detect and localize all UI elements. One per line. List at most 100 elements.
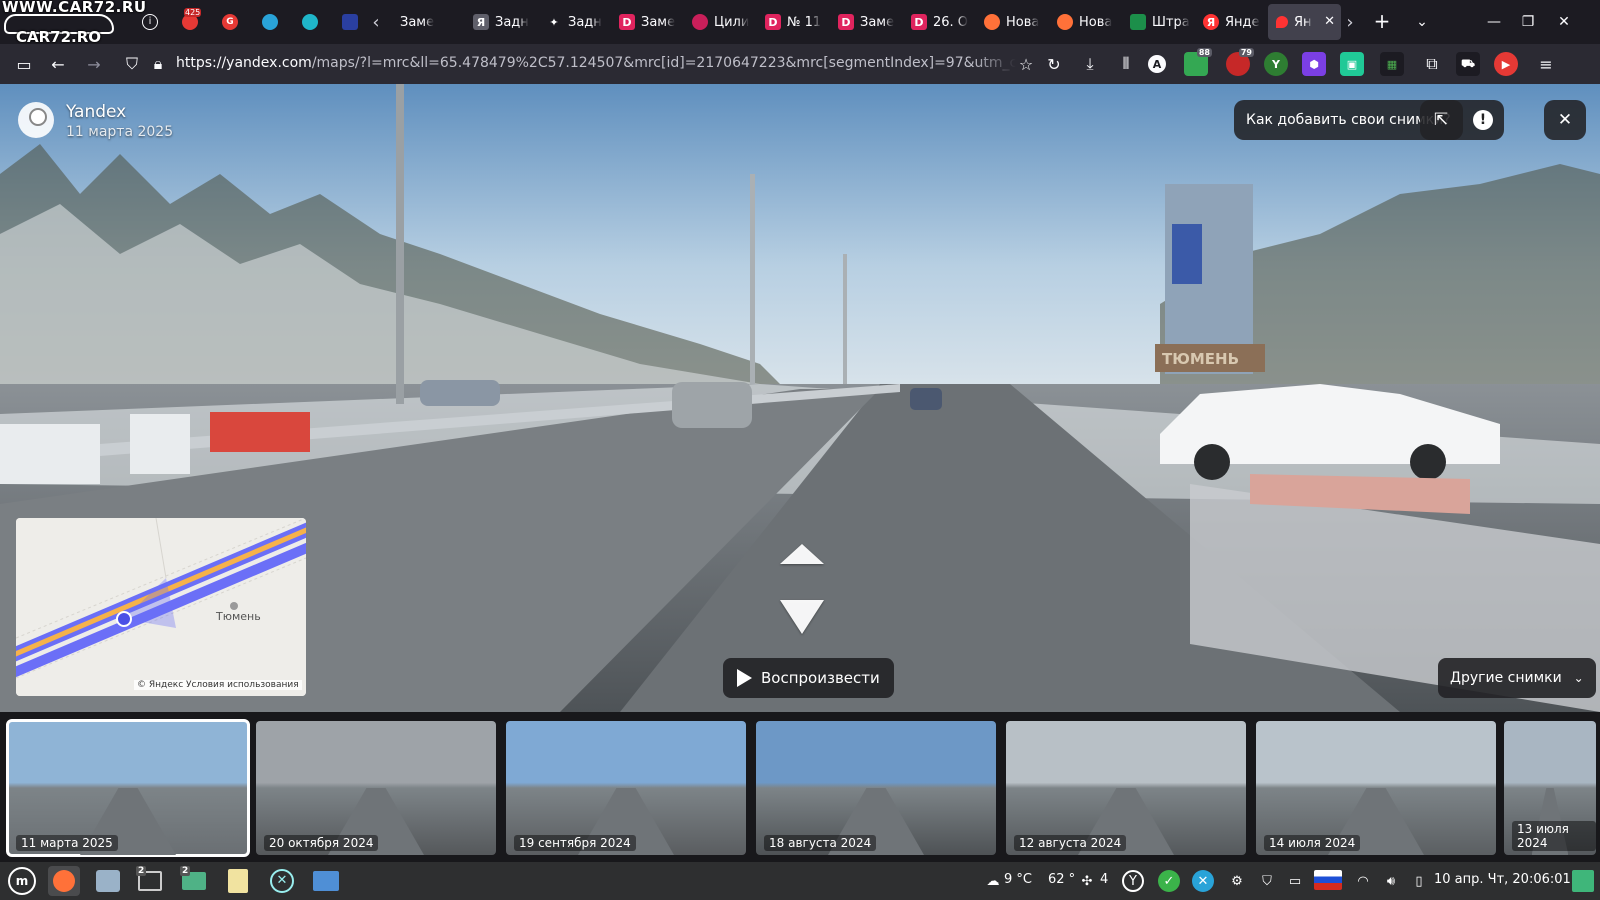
new-tab-button[interactable]: + — [1370, 10, 1394, 34]
steam-tray-icon[interactable]: ⚙ — [1226, 870, 1248, 892]
panorama-thumbnail[interactable]: 19 сентября 2024 — [506, 721, 746, 855]
tab-5[interactable]: Цили — [684, 4, 757, 40]
battery-icon[interactable]: ▯ — [1408, 870, 1430, 892]
account-icon[interactable]: A — [1148, 55, 1166, 73]
panorama-thumbnail[interactable]: 20 октября 2024 — [256, 721, 496, 855]
minimize-icon[interactable]: — — [1480, 8, 1508, 36]
yandex-tray-icon[interactable]: Y — [1122, 870, 1144, 892]
clock[interactable]: 10 апр. Чт, 20:06:01 — [1434, 872, 1571, 887]
xampp-icon[interactable]: ✕ — [266, 866, 298, 896]
reload-icon[interactable]: ↻ — [1040, 50, 1068, 78]
forward-icon[interactable]: → — [80, 50, 108, 78]
tab-1[interactable]: Заме — [392, 4, 465, 40]
security-shield-icon[interactable]: ⛉ — [1256, 870, 1278, 892]
extension-play-icon[interactable]: ▶ — [1494, 52, 1518, 76]
sidebar-icon[interactable]: ▭ — [10, 50, 38, 78]
tab-8[interactable]: D 26. О — [903, 4, 976, 40]
tab-6[interactable]: D № 11 — [757, 4, 830, 40]
panorama-date: 11 марта 2025 — [66, 124, 174, 140]
move-backward-arrow-icon[interactable] — [780, 600, 824, 634]
close-window-icon[interactable]: ✕ — [1550, 8, 1578, 36]
start-menu-icon[interactable]: m — [6, 866, 38, 896]
sync-tray-icon[interactable]: ✕ — [1192, 870, 1214, 892]
other-photos-dropdown[interactable]: Другие снимки ⌄ — [1438, 658, 1596, 698]
other-photos-label: Другие снимки — [1450, 670, 1562, 686]
mini-map-graphic — [16, 518, 306, 696]
shield-icon[interactable]: ⛉ — [118, 50, 146, 78]
lock-icon[interactable]: 🔒︎ — [144, 50, 172, 78]
back-icon[interactable]: ← — [44, 50, 72, 78]
panorama-thumbnail[interactable]: 14 июля 2024 — [1256, 721, 1496, 855]
wifi-icon[interactable]: ◠ — [1352, 870, 1374, 892]
share-external-icon[interactable]: ⇱ — [1420, 100, 1462, 140]
tab-favicon-icon: Я — [473, 14, 489, 30]
scroll-tabs-left-icon[interactable]: ‹ — [364, 10, 388, 34]
weather-cloud-icon[interactable]: ☁ — [982, 870, 1004, 892]
tab-2[interactable]: Я Задн — [465, 4, 538, 40]
tab-9[interactable]: Нова — [976, 4, 1049, 40]
extension-hex-icon[interactable]: ⬢ — [1302, 52, 1326, 76]
play-button[interactable]: Воспроизвести — [723, 658, 894, 698]
firefox-icon — [1057, 14, 1073, 30]
file-manager-icon[interactable] — [92, 866, 124, 896]
tab-label: Нова — [1079, 14, 1113, 30]
check-tray-icon[interactable]: ✓ — [1158, 870, 1180, 892]
extension-y-icon[interactable]: Y — [1264, 52, 1288, 76]
fan-icon[interactable]: ✣ — [1076, 870, 1098, 892]
download-icon[interactable]: ⤓ — [1076, 50, 1104, 78]
folder-icon[interactable]: 2 — [178, 866, 210, 896]
tab-10[interactable]: Нова — [1049, 4, 1122, 40]
thumbnail-date: 13 июля 2024 — [1512, 821, 1596, 851]
weather-temperature[interactable]: 9 °C — [1004, 872, 1032, 887]
panorama-thumbnail[interactable]: 13 июля 2024 — [1504, 721, 1596, 855]
terminal-icon[interactable]: 2 — [134, 866, 166, 896]
map-copyright[interactable]: © Яндекс Условия использования — [134, 680, 302, 690]
list-all-tabs-icon[interactable]: ⌄ — [1410, 10, 1434, 34]
show-desktop-corner-icon[interactable] — [1572, 870, 1594, 892]
text-editor-icon[interactable] — [222, 866, 254, 896]
bookmark-star-icon[interactable]: ☆ — [1012, 50, 1040, 78]
extension-car-icon[interactable]: ⛟ — [1456, 52, 1480, 76]
pinned-tab-edge[interactable] — [290, 8, 330, 36]
tab-12[interactable]: Я Янде — [1195, 4, 1268, 40]
extension-square-icon[interactable]: ▣ — [1340, 52, 1364, 76]
menu-hamburger-icon[interactable]: ≡ — [1532, 50, 1560, 78]
display-tray-icon[interactable]: ▭ — [1284, 870, 1306, 892]
scroll-tabs-right-icon[interactable]: › — [1338, 10, 1362, 34]
pinned-tab-mail[interactable]: 425 — [170, 8, 210, 36]
tab-active-yandex-maps[interactable]: Ян ✕ — [1268, 4, 1341, 40]
cpu-temperature[interactable]: 62 ° — [1048, 872, 1075, 887]
mini-map[interactable]: Тюмень © Яндекс Условия использования — [16, 518, 306, 696]
notification-count[interactable]: 4 — [1100, 872, 1108, 887]
report-issue-icon[interactable]: ! — [1462, 100, 1504, 140]
restore-icon[interactable]: ❐ — [1514, 8, 1542, 36]
tab-3[interactable]: ✦ Задн — [538, 4, 611, 40]
browser-icon — [302, 14, 318, 30]
panorama-thumbnail[interactable]: 12 августа 2024 — [1006, 721, 1246, 855]
keyboard-layout-flag-icon[interactable] — [1314, 870, 1342, 890]
extension-grid-icon[interactable]: ▦ — [1380, 52, 1404, 76]
panorama-thumbnail[interactable]: 11 марта 2025 — [6, 719, 250, 857]
extension-green-icon[interactable]: 88 — [1184, 48, 1212, 76]
tab-11[interactable]: Штра — [1122, 4, 1195, 40]
extension-shield-icon[interactable]: 79 — [1226, 48, 1254, 76]
tab-4[interactable]: D Заме — [611, 4, 684, 40]
pinned-tab-g[interactable]: G — [210, 8, 250, 36]
panorama-thumbnail[interactable]: 18 августа 2024 — [756, 721, 996, 855]
map-city-label: Тюмень — [216, 610, 261, 623]
close-panorama-icon[interactable]: ✕ — [1544, 100, 1586, 140]
close-tab-icon[interactable]: ✕ — [1324, 14, 1335, 29]
volume-icon[interactable]: 🔊︎ — [1380, 870, 1402, 892]
move-forward-arrow-icon[interactable] — [780, 544, 824, 564]
url-text[interactable]: https://yandex.com/maps/?l=mrc&ll=65.478… — [176, 55, 1016, 71]
tab-7[interactable]: D Заме — [830, 4, 903, 40]
panorama-viewer[interactable]: ТЮМЕНЬ Yandex 11 марта 2025 Как добавить… — [0, 84, 1600, 712]
show-desktop-icon[interactable] — [310, 866, 342, 896]
url-bar[interactable]: ⛉ 🔒︎ https://yandex.com/maps/?l=mrc&ll=6… — [116, 48, 1046, 80]
pinned-tab-refresh[interactable] — [250, 8, 290, 36]
extensions-puzzle-icon[interactable]: ⧉ — [1418, 50, 1446, 78]
firefox-taskbar-icon[interactable] — [48, 866, 80, 896]
library-icon[interactable]: ⫴ — [1112, 50, 1140, 78]
tab-label: Заме — [860, 14, 895, 30]
panorama-history-strip: 11 марта 2025 20 октября 2024 19 сентября … — [0, 712, 1600, 862]
